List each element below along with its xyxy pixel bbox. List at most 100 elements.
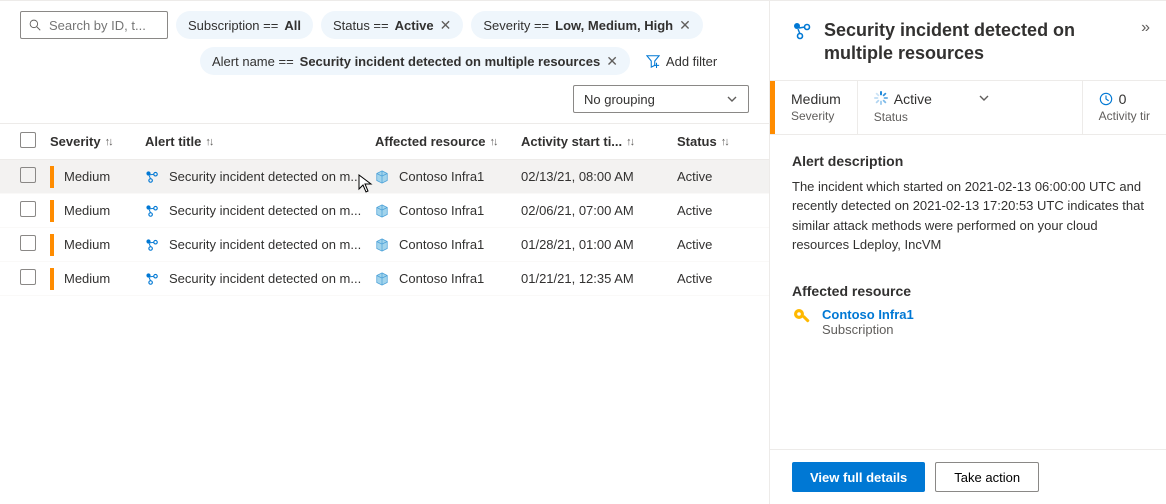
table-header: Severity ↑↓ Alert title ↑↓ Affected resour… [0,123,769,160]
meta-status[interactable]: Active Status [858,81,1083,134]
filter-value: All [284,18,301,33]
cube-icon [375,204,389,218]
filter-pill-severity[interactable]: Severity == Low, Medium, High ✕ [471,11,702,39]
detail-body: Alert description The incident which sta… [770,135,1166,449]
search-input[interactable] [47,17,159,34]
severity-bar [50,234,54,256]
cell-title: Security incident detected on m... [145,237,375,252]
add-filter-button[interactable]: Add filter [638,47,725,75]
column-header-resource[interactable]: Affected resource↑↓ [375,134,521,149]
select-all-checkbox[interactable] [20,132,50,151]
key-icon [792,307,812,330]
filter-label: Alert name == [212,54,294,69]
meta-activity: 0 Activity tir [1083,81,1166,134]
search-input-wrapper[interactable] [20,11,168,39]
add-filter-label: Add filter [666,54,717,69]
cell-resource: Contoso Infra1 [375,237,521,252]
cell-title: Security incident detected on m... [145,169,375,184]
cell-severity: Medium [64,169,145,184]
column-label: Alert title [145,134,201,149]
affected-resource-heading: Affected resource [792,283,1144,299]
filter-label: Status == [333,18,389,33]
affected-resource-item[interactable]: Contoso Infra1 Subscription [792,307,1144,337]
column-label: Severity [50,134,101,149]
close-icon[interactable]: ✕ [606,53,618,70]
incident-icon [145,204,159,218]
collapse-icon[interactable]: » [1141,19,1150,37]
row-checkbox[interactable] [20,269,50,288]
alerts-main-pane: Subscription == All Status == Active ✕ S… [0,1,770,504]
table-row[interactable]: Medium Security incident detected on m..… [0,262,769,296]
incident-icon [145,238,159,252]
severity-bar [50,268,54,290]
incident-icon [792,21,812,66]
alert-description: The incident which started on 2021-02-13… [792,177,1144,255]
meta-value: 0 [1119,91,1127,107]
grouping-select[interactable]: No grouping [573,85,749,113]
meta-value: Medium [791,91,841,107]
table-row[interactable]: Medium Security incident detected on m..… [0,228,769,262]
filter-value: Security incident detected on multiple r… [300,54,601,69]
column-header-time[interactable]: Activity start ti... ↑↓ [521,134,677,149]
column-header-status[interactable]: Status↑↓ [677,134,749,149]
grouping-row: No grouping [0,75,769,123]
affected-resource-type: Subscription [822,322,914,337]
sort-icon: ↑↓ [105,136,112,148]
filter-bar-row1: Subscription == All Status == Active ✕ S… [0,1,769,39]
search-icon [29,18,41,32]
column-header-severity[interactable]: Severity ↑↓ [50,134,145,149]
alert-desc-heading: Alert description [792,153,1144,169]
take-action-button[interactable]: Take action [935,462,1039,492]
cell-resource: Contoso Infra1 [375,169,521,184]
detail-header: Security incident detected on multiple r… [770,1,1166,81]
row-checkbox[interactable] [20,201,50,220]
detail-title: Security incident detected on multiple r… [824,19,1144,66]
cell-title: Security incident detected on m... [145,271,375,286]
incident-icon [145,272,159,286]
chevron-down-icon [726,93,738,105]
view-full-details-button[interactable]: View full details [792,462,925,492]
cell-status: Active [677,169,749,184]
cell-status: Active [677,271,749,286]
cube-icon [375,238,389,252]
cell-resource: Contoso Infra1 [375,271,521,286]
cell-time: 01/21/21, 12:35 AM [521,271,677,286]
filter-add-icon [646,54,660,68]
affected-resource-name[interactable]: Contoso Infra1 [822,307,914,322]
table-row[interactable]: Medium Security incident detected on m..… [0,160,769,194]
filter-pill-alert-name[interactable]: Alert name == Security incident detected… [200,47,630,75]
cell-time: 01/28/21, 01:00 AM [521,237,677,252]
meta-label: Activity tir [1099,109,1150,123]
chevron-down-icon[interactable] [978,91,990,107]
cell-title: Security incident detected on m... [145,203,375,218]
sort-icon: ↑↓ [626,136,633,148]
severity-bar [50,200,54,222]
cell-time: 02/06/21, 07:00 AM [521,203,677,218]
sort-icon: ↑↓ [205,136,212,148]
close-icon[interactable]: ✕ [679,17,691,34]
meta-label: Severity [791,109,841,123]
filter-label: Severity == [483,18,549,33]
clock-icon [1099,92,1113,106]
cell-status: Active [677,237,749,252]
row-checkbox[interactable] [20,235,50,254]
column-label: Affected resource [375,134,486,149]
close-icon[interactable]: ✕ [440,17,452,34]
cell-time: 02/13/21, 08:00 AM [521,169,677,184]
detail-footer: View full details Take action [770,449,1166,504]
meta-label: Status [874,110,1066,124]
filter-label: Subscription == [188,18,278,33]
row-checkbox[interactable] [20,167,50,186]
column-header-title[interactable]: Alert title ↑↓ [145,134,375,149]
cell-resource: Contoso Infra1 [375,203,521,218]
sort-icon: ↑↓ [721,136,728,148]
cell-severity: Medium [64,237,145,252]
filter-pill-subscription[interactable]: Subscription == All [176,11,313,39]
filter-bar-row2: Alert name == Security incident detected… [0,39,769,75]
filter-value: Active [395,18,434,33]
filter-pill-status[interactable]: Status == Active ✕ [321,11,463,39]
table-body: Medium Security incident detected on m..… [0,160,769,296]
column-label: Activity start ti... [521,134,622,149]
table-row[interactable]: Medium Security incident detected on m..… [0,194,769,228]
status-spinner-icon [874,91,888,108]
